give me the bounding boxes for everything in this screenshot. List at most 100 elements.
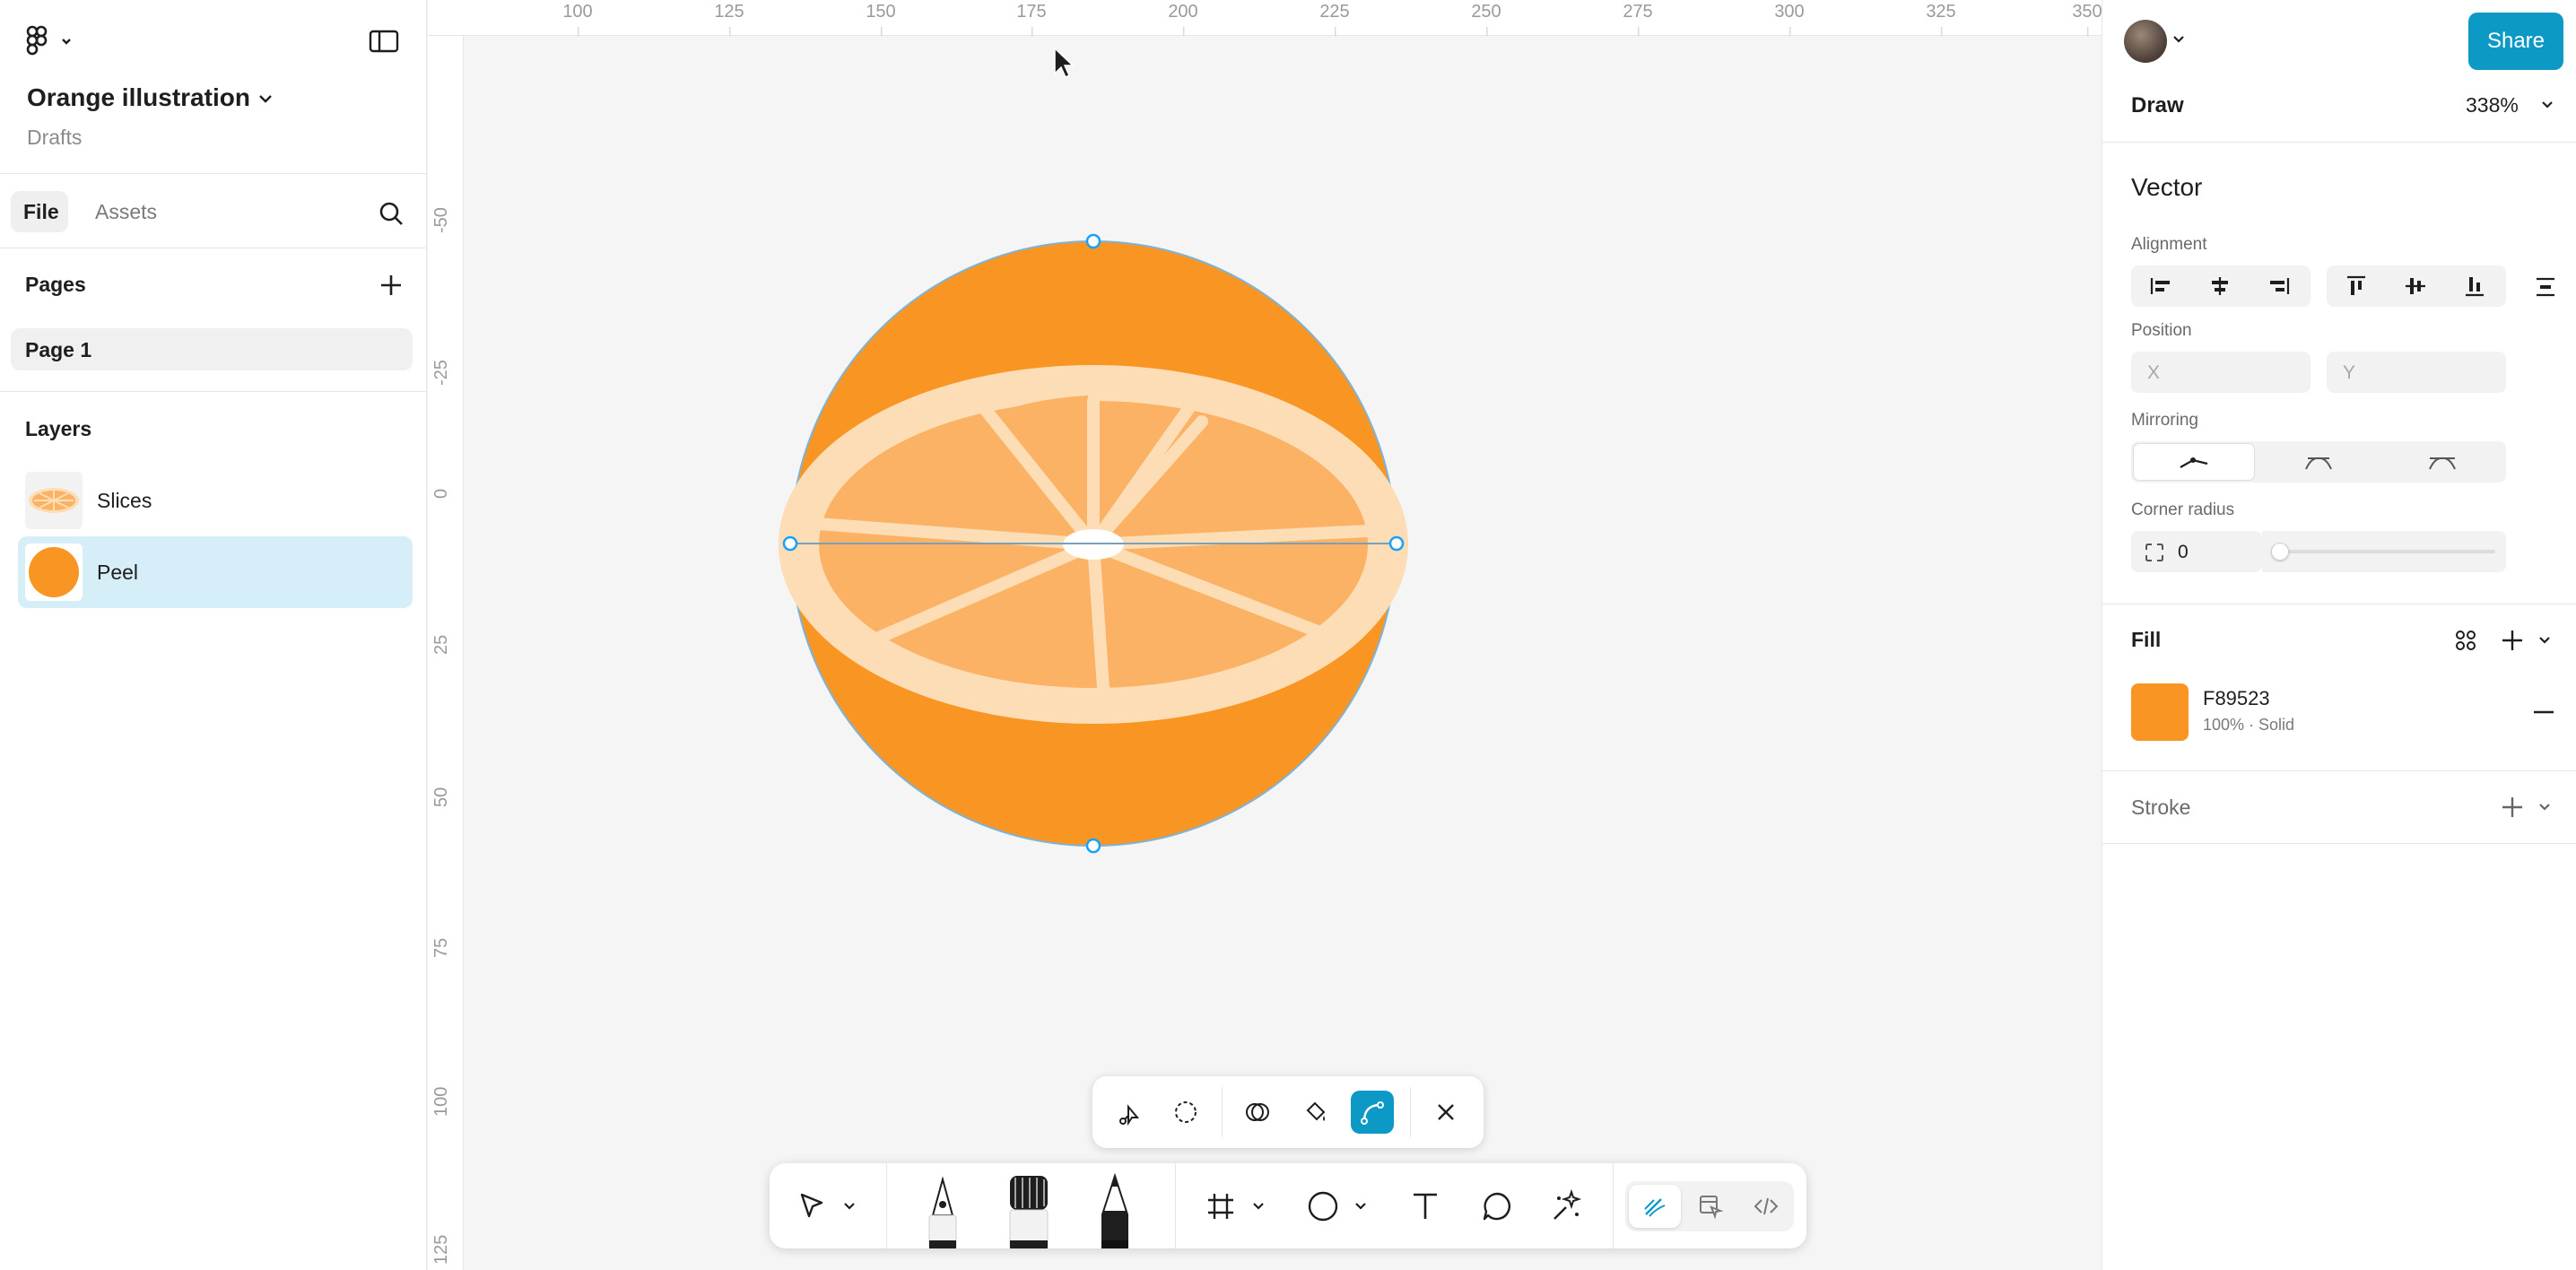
add-stroke-button[interactable] bbox=[2494, 789, 2530, 825]
corner-radius-slider[interactable] bbox=[2262, 531, 2506, 572]
ruler-vertical: -50 -25 0 25 50 75 100 125 bbox=[428, 36, 464, 1270]
text-tool-icon bbox=[1414, 1193, 1437, 1219]
pencil-tool-button[interactable] bbox=[1091, 1172, 1139, 1248]
fill-hex[interactable]: F89523 bbox=[2203, 687, 2270, 710]
dev-mode-icon bbox=[1754, 1197, 1779, 1215]
mirror-angle-length-button[interactable] bbox=[2380, 441, 2504, 483]
file-location[interactable]: Drafts bbox=[27, 126, 82, 150]
align-left-button[interactable] bbox=[2131, 265, 2190, 307]
mirroring-label: Mirroring bbox=[2131, 411, 2198, 430]
minus-icon bbox=[2534, 710, 2554, 714]
stroke-chevron[interactable] bbox=[2537, 800, 2553, 814]
pages-header: Pages bbox=[25, 273, 86, 296]
fill-color-swatch[interactable] bbox=[2131, 683, 2189, 741]
draw-mode-icon bbox=[1644, 1198, 1666, 1217]
vector-edit-toolbar bbox=[1092, 1076, 1484, 1148]
divider bbox=[1410, 1087, 1411, 1137]
move-tool-chevron[interactable] bbox=[841, 1199, 857, 1213]
frame-tool-chevron[interactable] bbox=[1250, 1199, 1266, 1213]
pencil-tool-icon bbox=[1101, 1172, 1128, 1248]
position-y-field[interactable]: Y bbox=[2327, 352, 2506, 393]
sidebar-toggle-button[interactable] bbox=[364, 25, 404, 57]
corner-radius-field[interactable]: 0 bbox=[2131, 531, 2262, 572]
fill-detail: 100% · Solid bbox=[2203, 716, 2295, 734]
frame-tool-icon bbox=[1208, 1194, 1233, 1219]
point-select-button[interactable] bbox=[1109, 1091, 1152, 1134]
section-title: Vector bbox=[2131, 173, 2203, 201]
tab-file[interactable]: File bbox=[11, 191, 68, 232]
lasso-button[interactable] bbox=[1164, 1091, 1207, 1134]
slider-thumb[interactable] bbox=[2271, 543, 2289, 561]
share-button[interactable]: Share bbox=[2468, 13, 2563, 70]
plus-icon bbox=[381, 275, 401, 295]
layer-item-slices[interactable]: Slices bbox=[18, 465, 413, 536]
brush-tool-button[interactable] bbox=[1003, 1172, 1055, 1249]
vector-point-handle[interactable] bbox=[782, 535, 798, 552]
align-bottom-icon bbox=[2466, 277, 2484, 297]
text-tool-button[interactable] bbox=[1401, 1183, 1449, 1230]
divider bbox=[0, 173, 426, 174]
layer-item-peel[interactable]: Peel bbox=[18, 536, 413, 608]
mouse-cursor-icon bbox=[1054, 47, 1075, 79]
align-top-button[interactable] bbox=[2327, 265, 2386, 307]
align-middle-button[interactable] bbox=[2386, 265, 2445, 307]
left-sidebar: Orange illustration Drafts File Assets P… bbox=[0, 0, 427, 1270]
distribute-button[interactable] bbox=[2528, 269, 2563, 305]
styles-grid-icon bbox=[2456, 631, 2476, 650]
ellipse-tool-icon bbox=[1308, 1191, 1338, 1222]
mirror-angle-button[interactable] bbox=[2257, 441, 2380, 483]
move-tool-button[interactable] bbox=[788, 1183, 836, 1230]
align-horizontal-center-icon bbox=[2212, 277, 2228, 295]
draw-mode-button[interactable] bbox=[1629, 1185, 1681, 1228]
zoom-chevron[interactable] bbox=[2538, 97, 2556, 113]
align-center-h-button[interactable] bbox=[2190, 265, 2250, 307]
ruler-tick: 175 bbox=[1016, 2, 1047, 36]
avatar-menu-chevron[interactable] bbox=[2171, 32, 2187, 47]
avatar[interactable] bbox=[2124, 20, 2167, 63]
corner-radius-value: 0 bbox=[2178, 542, 2189, 562]
sidebar-toggle-icon bbox=[369, 30, 399, 53]
position-x-field[interactable]: X bbox=[2131, 352, 2311, 393]
vector-point-handle[interactable] bbox=[1085, 233, 1101, 249]
corner-radius-label: Corner radius bbox=[2131, 500, 2235, 519]
file-name[interactable]: Orange illustration bbox=[27, 83, 250, 112]
ruler-tick: 250 bbox=[1471, 2, 1501, 36]
pen-tool-button[interactable] bbox=[918, 1172, 967, 1249]
fill-styles-button[interactable] bbox=[2448, 622, 2484, 658]
horizontal-align-group bbox=[2131, 265, 2311, 307]
ellipse-tool-button[interactable] bbox=[1299, 1183, 1347, 1230]
ruler-tick: 275 bbox=[1623, 2, 1653, 36]
comment-tool-button[interactable] bbox=[1473, 1183, 1521, 1230]
vector-point-handle[interactable] bbox=[1085, 838, 1101, 854]
shape-builder-button[interactable] bbox=[1236, 1091, 1279, 1134]
zoom-level[interactable]: 338% bbox=[2466, 93, 2519, 117]
shape-tool-chevron[interactable] bbox=[1353, 1199, 1369, 1213]
mirror-none-button[interactable] bbox=[2133, 443, 2255, 481]
frame-tool-button[interactable] bbox=[1197, 1183, 1245, 1230]
mode-label: Draw bbox=[2131, 93, 2184, 117]
divider bbox=[1222, 1087, 1223, 1137]
vector-point-handle[interactable] bbox=[1388, 535, 1405, 552]
ai-tool-icon bbox=[1553, 1189, 1582, 1220]
align-bottom-button[interactable] bbox=[2445, 265, 2504, 307]
tab-assets[interactable]: Assets bbox=[95, 200, 157, 224]
ai-tool-button[interactable] bbox=[1543, 1183, 1591, 1230]
bend-tool-button[interactable] bbox=[1351, 1091, 1394, 1134]
add-fill-button[interactable] bbox=[2494, 622, 2530, 658]
add-page-button[interactable] bbox=[373, 267, 409, 303]
paint-bucket-button[interactable] bbox=[1293, 1091, 1336, 1134]
main-menu-button[interactable] bbox=[25, 25, 75, 57]
remove-fill-button[interactable] bbox=[2526, 694, 2562, 730]
dev-mode-button[interactable] bbox=[1740, 1185, 1792, 1228]
page-item[interactable]: Page 1 bbox=[11, 328, 413, 370]
search-button[interactable] bbox=[373, 196, 409, 231]
layers-header: Layers bbox=[25, 417, 92, 440]
file-menu-chevron[interactable] bbox=[255, 90, 276, 108]
design-mode-button[interactable] bbox=[1684, 1185, 1736, 1228]
tab-file-label: File bbox=[23, 200, 59, 223]
fill-chevron[interactable] bbox=[2537, 633, 2553, 648]
chevron-down-icon bbox=[1253, 1203, 1264, 1210]
exit-vector-edit-button[interactable] bbox=[1424, 1091, 1467, 1134]
align-right-button[interactable] bbox=[2250, 265, 2309, 307]
divider bbox=[2102, 604, 2576, 605]
